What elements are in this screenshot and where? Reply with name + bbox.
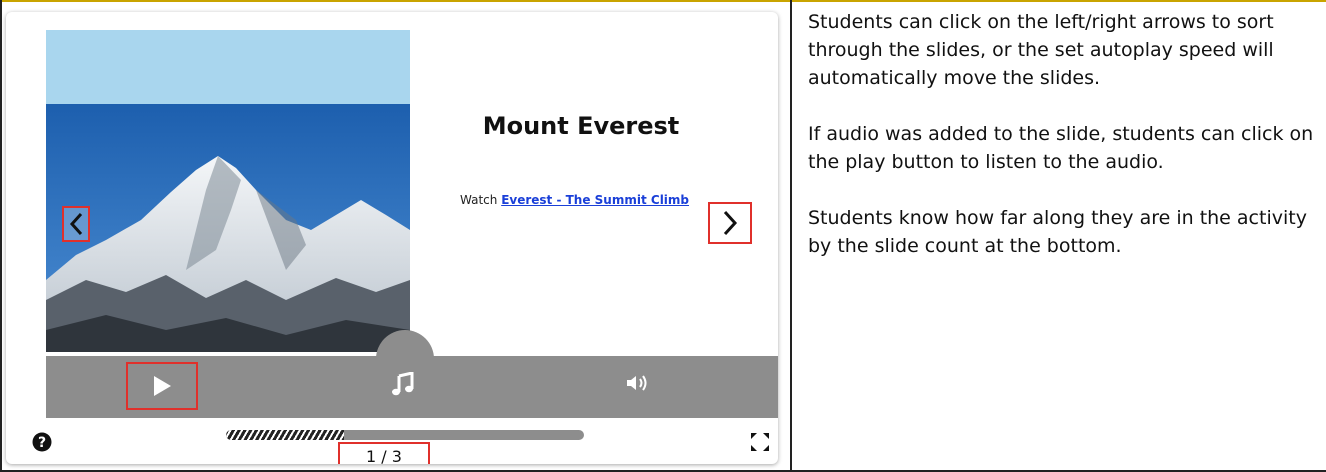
table-border-top bbox=[0, 0, 1326, 2]
volume-icon[interactable] bbox=[626, 374, 650, 396]
fullscreen-icon[interactable] bbox=[750, 432, 770, 456]
table-border-left bbox=[0, 0, 2, 472]
everest-video-link[interactable]: Everest - The Summit Climb bbox=[501, 193, 689, 207]
mount-everest-image bbox=[46, 30, 410, 352]
progress-bar-fill bbox=[226, 430, 345, 440]
instruction-paragraph: Students can click on the left/right arr… bbox=[808, 11, 1274, 89]
instruction-paragraph: Students know how far along they are in … bbox=[808, 207, 1307, 257]
instruction-paragraph: If audio was added to the slide, student… bbox=[808, 123, 1314, 173]
chevron-right-icon bbox=[723, 210, 738, 236]
previous-slide-button[interactable] bbox=[62, 206, 90, 242]
slide-title: Mount Everest bbox=[482, 112, 680, 140]
instructions-text: Students can click on the left/right arr… bbox=[808, 8, 1318, 288]
slide-text-prefix: Watch bbox=[460, 193, 502, 207]
help-icon[interactable]: ? bbox=[32, 432, 52, 456]
next-slide-button[interactable] bbox=[708, 202, 752, 244]
play-audio-button[interactable] bbox=[126, 362, 198, 410]
slideshow-widget: Mount Everest Watch Everest - The Summit… bbox=[6, 12, 778, 464]
chevron-left-icon bbox=[69, 212, 83, 236]
slide-count: 1 / 3 bbox=[338, 442, 430, 464]
svg-text:?: ? bbox=[38, 435, 46, 451]
table-column-divider bbox=[790, 0, 792, 472]
play-icon bbox=[154, 376, 171, 396]
slide-text: Watch Everest - The Summit Climb bbox=[460, 193, 689, 207]
music-note-icon[interactable] bbox=[392, 371, 414, 400]
progress-bar bbox=[226, 430, 584, 440]
